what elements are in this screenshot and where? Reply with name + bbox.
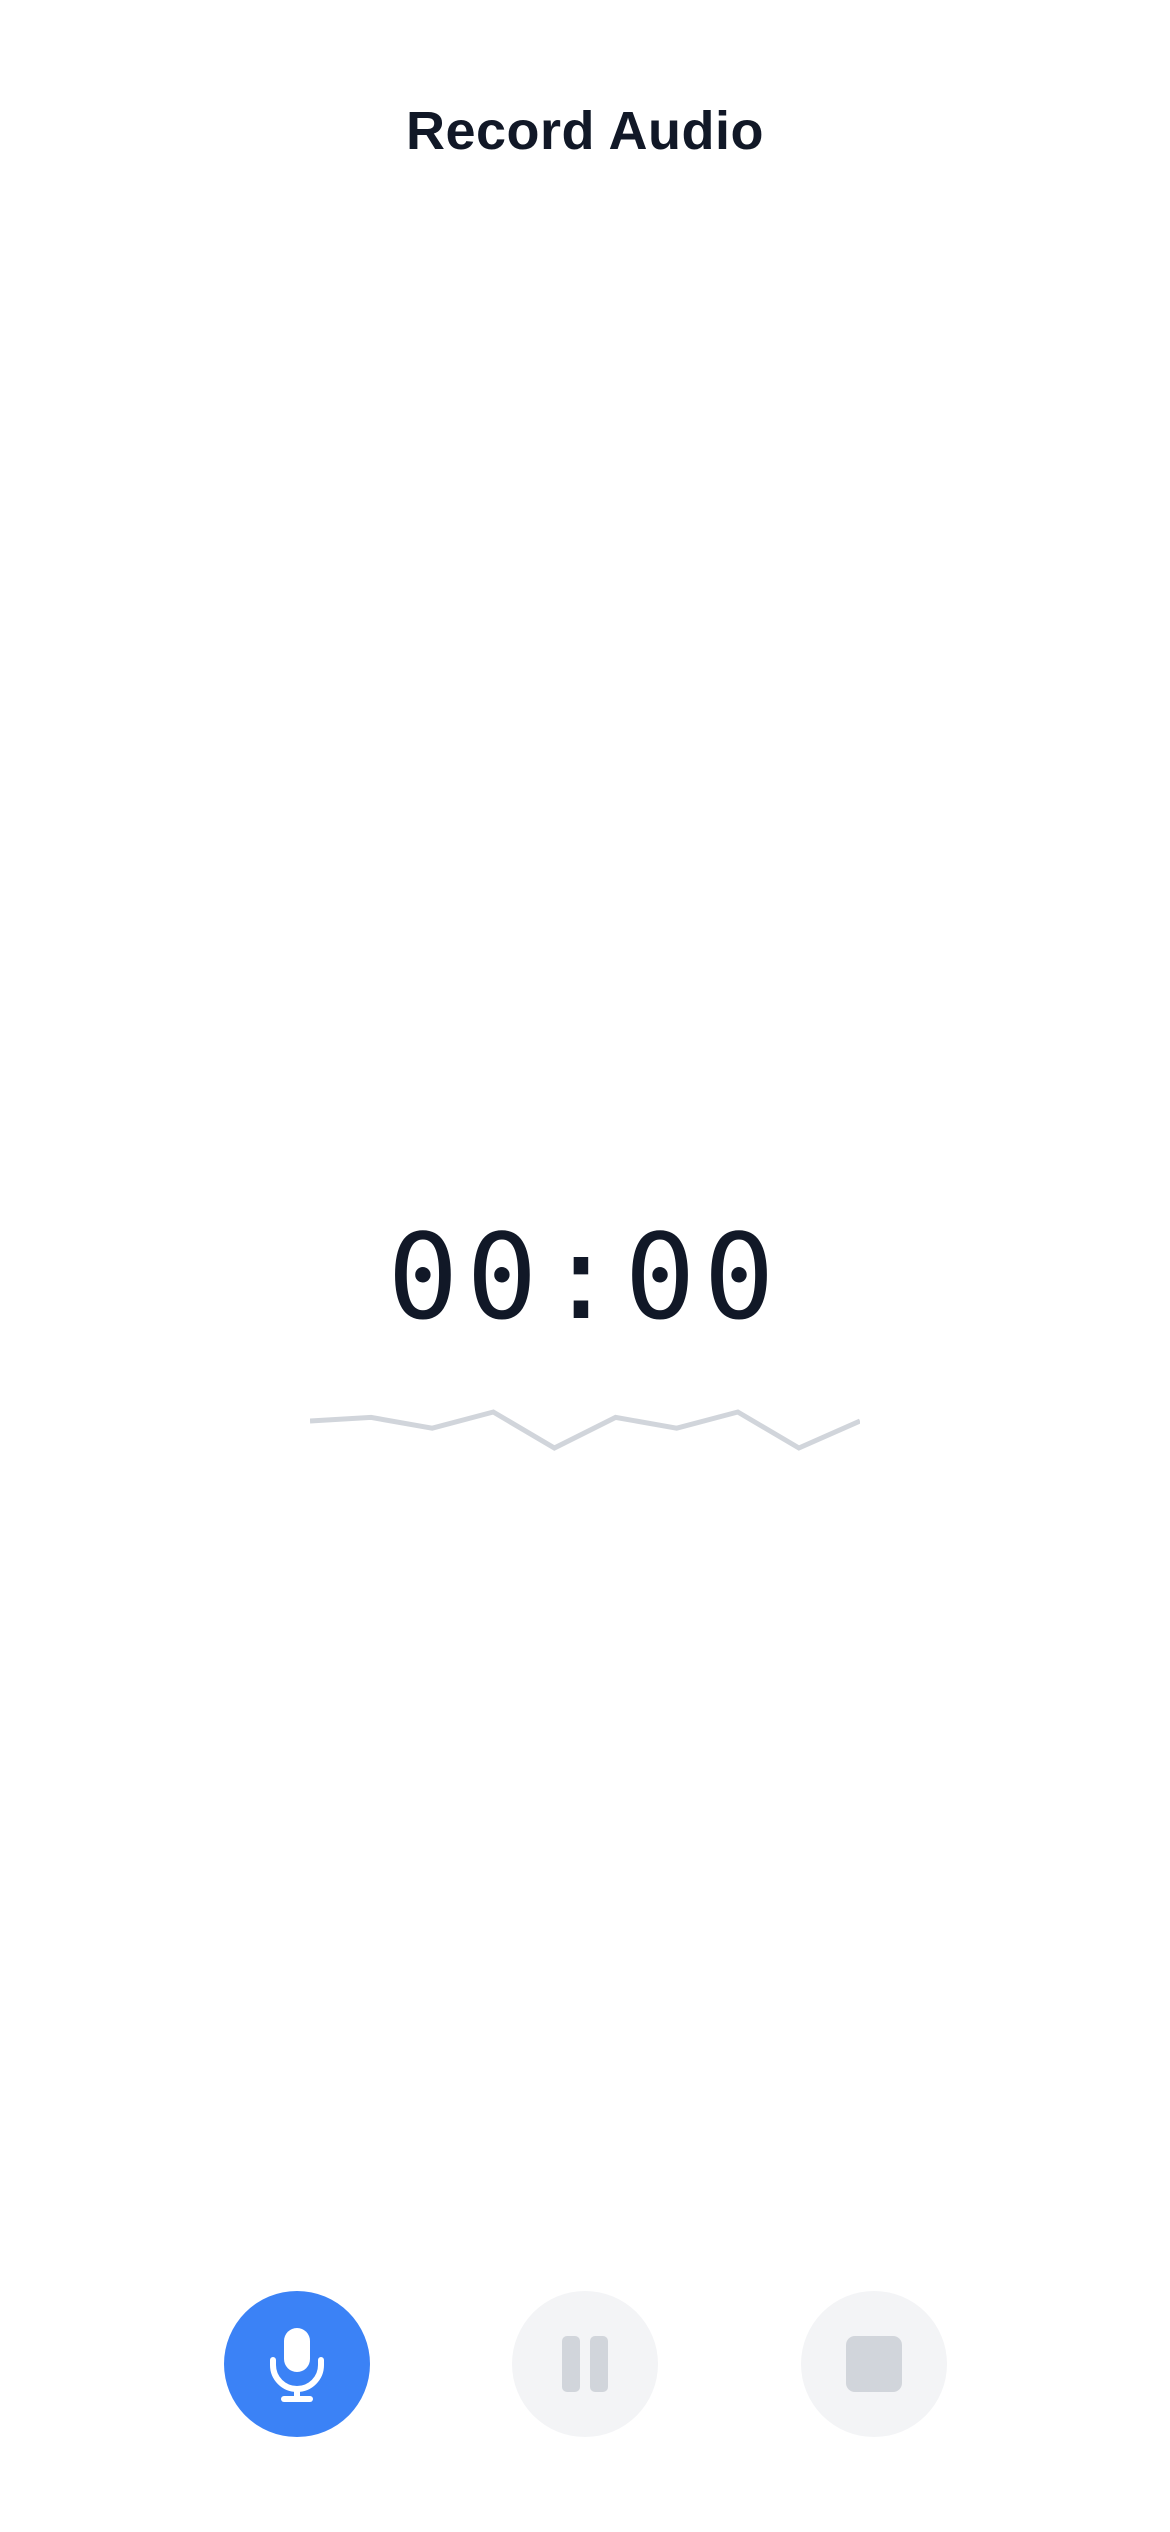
microphone-icon <box>267 2324 327 2404</box>
stop-button[interactable] <box>801 2291 947 2437</box>
page-title: Record Audio <box>405 101 764 161</box>
record-button[interactable] <box>224 2291 370 2437</box>
elapsed-timer: 00:00 <box>387 1208 783 1346</box>
record-audio-screen: Record Audio 00:00 <box>0 0 1170 2532</box>
stop-icon <box>846 2336 902 2392</box>
waveform <box>310 1409 860 1451</box>
pause-button[interactable] <box>512 2291 658 2437</box>
waveform-line <box>310 1409 860 1451</box>
recording-controls <box>0 2291 1170 2437</box>
pause-icon <box>562 2336 608 2392</box>
